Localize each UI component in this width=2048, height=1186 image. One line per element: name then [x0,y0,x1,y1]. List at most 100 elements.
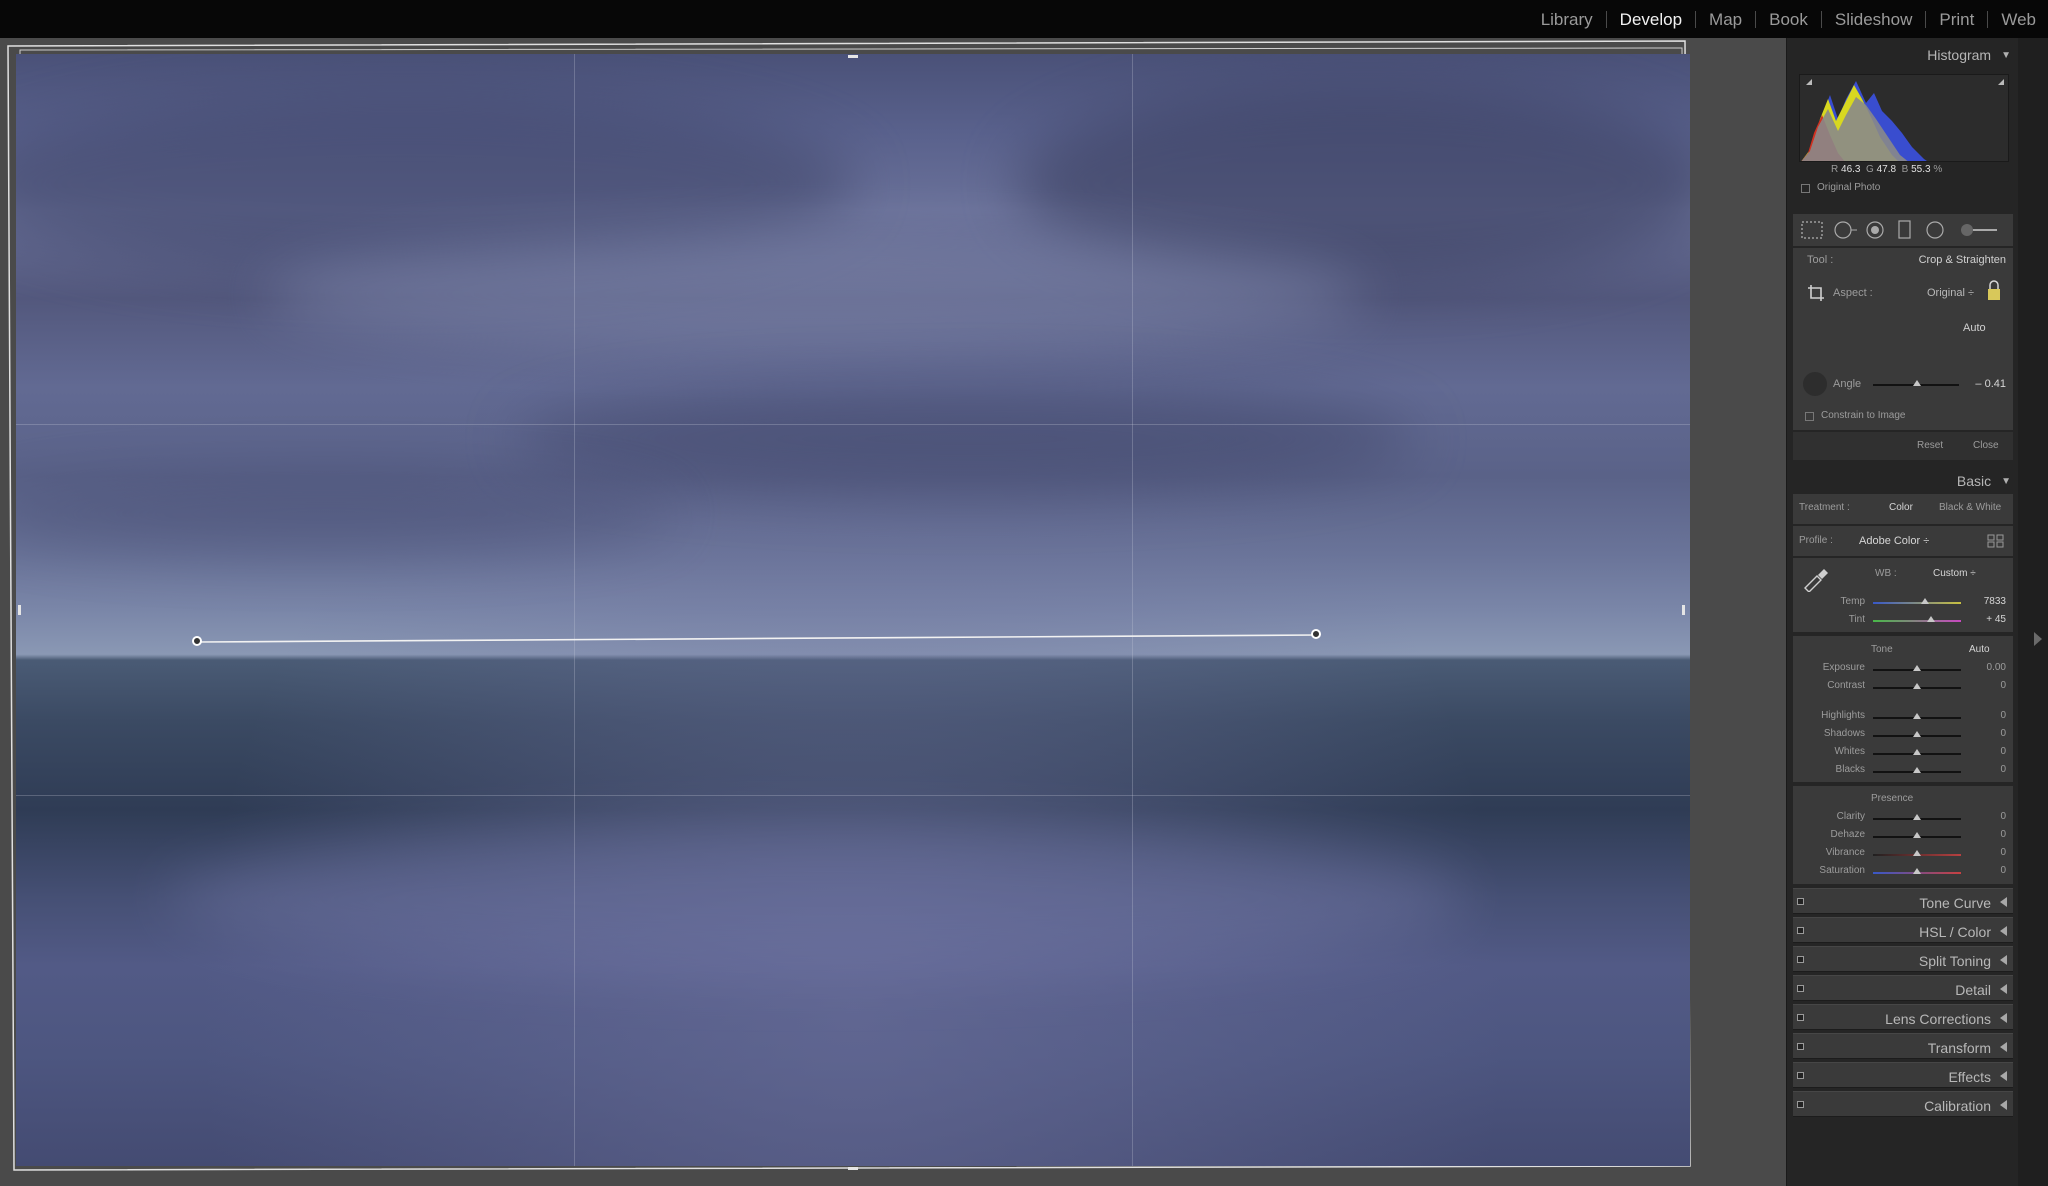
angle-value[interactable]: – 0.41 [1975,378,2006,390]
shadows-slider[interactable] [1873,731,1961,737]
module-list: Library Develop Map Book Slideshow Print… [1528,0,2042,38]
saturation-slider[interactable] [1873,868,1961,874]
panel-toggle-switch[interactable] [1797,956,1804,963]
straighten-handle-left[interactable] [192,636,202,646]
profile-select[interactable]: Adobe Color ÷ [1859,535,1929,547]
adjustment-brush-icon[interactable] [1959,221,1999,239]
wb-select[interactable]: Custom ÷ [1933,568,1976,579]
basic-header[interactable]: Basic ▼ [1787,468,2019,494]
aspect-select[interactable]: Original ÷ [1927,287,1974,299]
profile-browser-icon[interactable] [1987,534,2005,548]
image-canvas[interactable] [0,38,1786,1186]
dehaze-slider[interactable] [1873,832,1961,838]
module-print[interactable]: Print [1926,10,1989,28]
blacks-slider[interactable] [1873,767,1961,773]
panel-toggle-switch[interactable] [1797,1043,1804,1050]
straighten-handle-right[interactable] [1311,629,1321,639]
panel-toggle-switch[interactable] [1797,1072,1804,1079]
histogram-title: Histogram [1927,47,1992,63]
contrast-value[interactable]: 0 [2000,680,2006,691]
temp-slider[interactable] [1873,598,1961,604]
lock-icon[interactable] [1987,280,2001,302]
panel-tone-curve[interactable]: Tone Curve [1793,888,2013,914]
highlights-slider[interactable] [1873,713,1961,719]
g-value: 47.8 [1876,164,1897,175]
module-library[interactable]: Library [1528,10,1607,28]
aspect-label: Aspect : [1833,287,1873,299]
panel-title: Calibration [1924,1098,1991,1114]
vibrance-slider[interactable] [1873,850,1961,856]
expand-arrow-icon [2000,955,2007,965]
panel-toggle-switch[interactable] [1797,1101,1804,1108]
panel-lens-corrections[interactable]: Lens Corrections [1793,1004,2013,1030]
angle-slider[interactable] [1873,380,1959,386]
graduated-filter-icon[interactable] [1897,220,1913,240]
blacks-value[interactable]: 0 [2000,764,2006,775]
crop-close-button[interactable]: Close [1973,440,1999,451]
exposure-value[interactable]: 0.00 [1987,662,2006,673]
tint-slider[interactable] [1873,616,1961,622]
constrain-checkbox[interactable] [1805,412,1814,421]
panel-toggle-switch[interactable] [1797,898,1804,905]
radial-filter-icon[interactable] [1925,220,1945,240]
panel-title: HSL / Color [1919,924,1991,940]
eyedropper-icon[interactable] [1801,564,1829,592]
panel-transform[interactable]: Transform [1793,1033,2013,1059]
panel-title: Detail [1955,982,1991,998]
histogram-readout: R 46.3 G 47.8 B 55.3 % [1831,164,1942,175]
crop-handle-left[interactable] [18,605,21,615]
crop-tool-icon[interactable] [1807,284,1825,302]
crop-handle-bottom[interactable] [848,1167,858,1170]
tool-strip [1793,214,2013,246]
histogram-graph[interactable] [1799,74,2009,162]
constrain-label: Constrain to Image [1821,410,1906,421]
tint-label: Tint [1848,614,1865,625]
crop-handle-right[interactable] [1682,605,1685,615]
right-panel-scroll-strip[interactable] [2018,38,2048,1186]
treatment-color-button[interactable]: Color [1889,502,1913,513]
module-slideshow[interactable]: Slideshow [1822,10,1927,28]
highlights-value[interactable]: 0 [2000,710,2006,721]
panel-detail[interactable]: Detail [1793,975,2013,1001]
collapse-arrow-icon: ▼ [2001,475,2011,487]
panel-toggle-switch[interactable] [1797,1014,1804,1021]
shadows-value[interactable]: 0 [2000,728,2006,739]
crop-handle-top[interactable] [848,55,858,58]
panel-toggle-switch[interactable] [1797,985,1804,992]
original-photo-checkbox[interactable] [1801,184,1810,193]
panel-effects[interactable]: Effects [1793,1062,2013,1088]
crop-overlay-icon[interactable] [1801,221,1823,239]
panel-split-toning[interactable]: Split Toning [1793,946,2013,972]
red-eye-icon[interactable] [1865,220,1885,240]
tint-value[interactable]: + 45 [1986,614,2006,625]
clarity-slider[interactable] [1873,814,1961,820]
tone-auto-button[interactable]: Auto [1969,644,1990,655]
exposure-slider[interactable] [1873,665,1961,671]
clarity-value[interactable]: 0 [2000,811,2006,822]
module-map[interactable]: Map [1696,10,1757,28]
straighten-level-icon[interactable] [1803,372,1827,396]
profile-label: Profile : [1799,535,1833,546]
module-develop[interactable]: Develop [1607,10,1697,28]
unit-label: % [1933,164,1943,175]
crop-reset-button[interactable]: Reset [1917,440,1943,451]
contrast-slider[interactable] [1873,683,1961,689]
module-web[interactable]: Web [1988,11,2042,28]
angle-auto-button[interactable]: Auto [1963,322,1986,334]
whites-value[interactable]: 0 [2000,746,2006,757]
panel-calibration[interactable]: Calibration [1793,1091,2013,1117]
whites-slider[interactable] [1873,749,1961,755]
spot-removal-icon[interactable] [1833,220,1857,240]
basic-title: Basic [1956,473,1992,489]
temp-value[interactable]: 7833 [1984,596,2006,607]
panel-toggle-switch[interactable] [1797,927,1804,934]
dehaze-value[interactable]: 0 [2000,829,2006,840]
histogram-header[interactable]: Histogram ▼ [1787,42,2019,68]
treatment-bw-button[interactable]: Black & White [1939,502,2001,513]
panel-hsl-color[interactable]: HSL / Color [1793,917,2013,943]
saturation-value[interactable]: 0 [2000,865,2006,876]
expand-arrow-icon [2000,1013,2007,1023]
vibrance-value[interactable]: 0 [2000,847,2006,858]
module-book[interactable]: Book [1756,10,1822,28]
panel-toggle-arrow-icon[interactable] [2034,632,2042,646]
